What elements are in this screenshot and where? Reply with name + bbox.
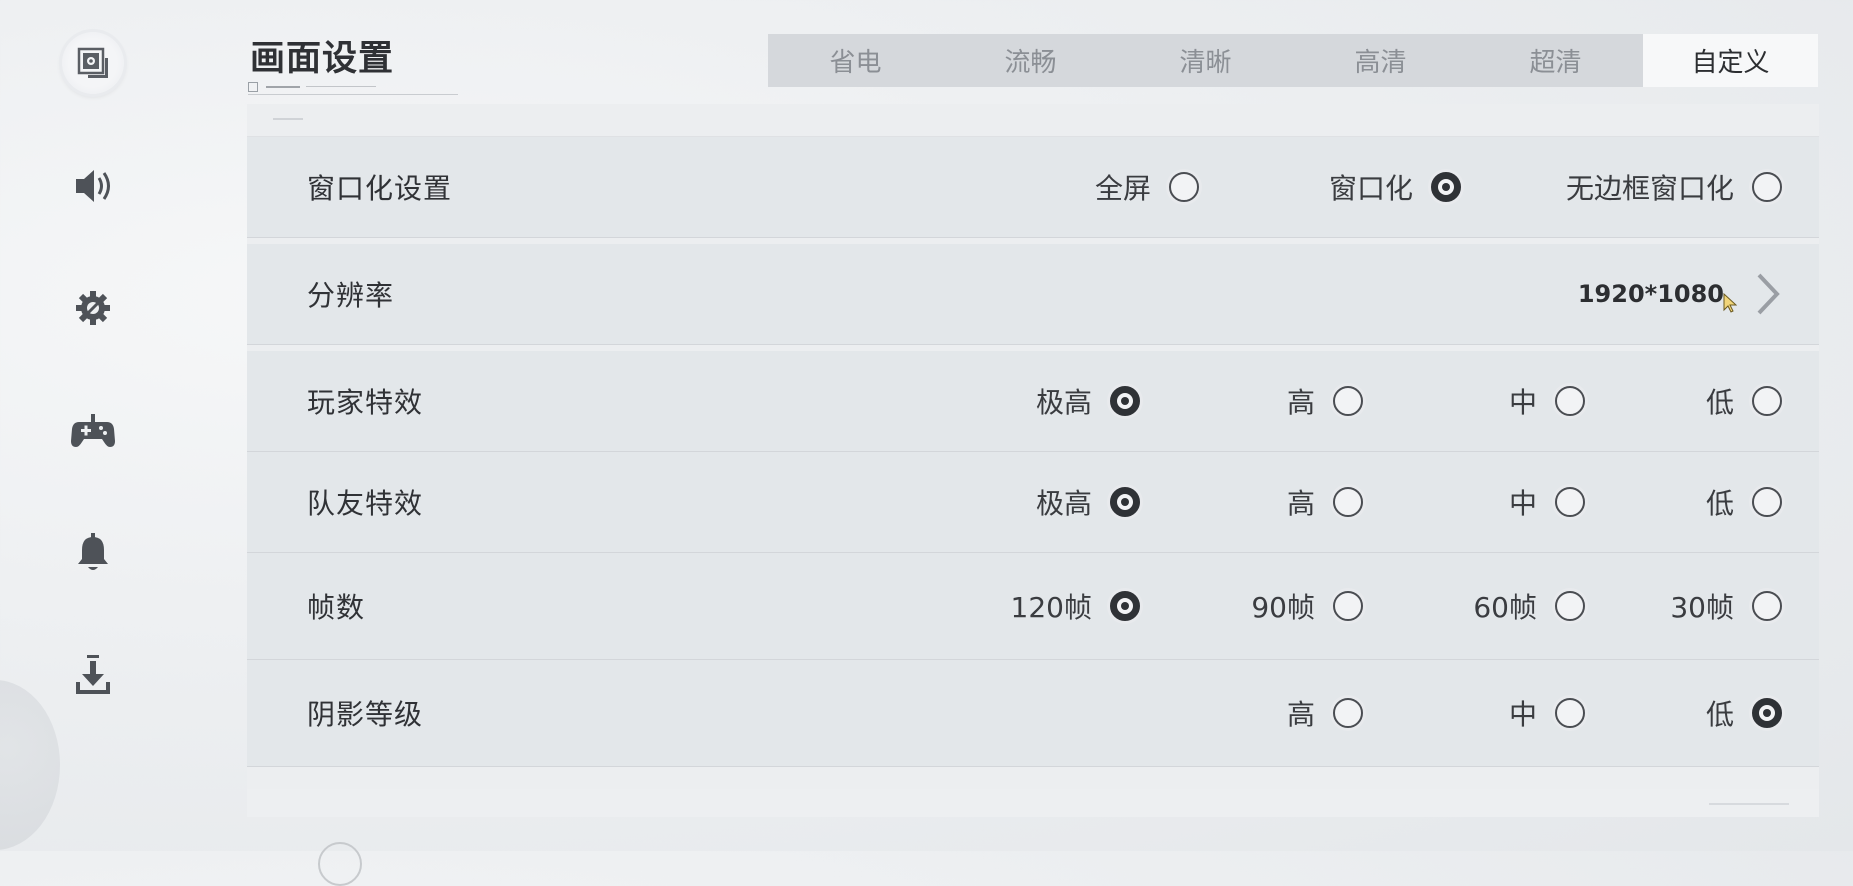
download-icon — [76, 655, 110, 694]
sidebar-item-display[interactable] — [58, 28, 128, 98]
radio-button[interactable] — [1752, 386, 1782, 416]
option-high[interactable]: 高 — [1287, 693, 1363, 733]
option-120fps[interactable]: 120帧 — [1011, 586, 1140, 626]
chevron-right-icon[interactable] — [1755, 272, 1781, 316]
tab-ultra-hd[interactable]: 超清 — [1468, 34, 1643, 87]
setting-row-resolution[interactable]: 分辨率 1920*1080 — [247, 244, 1819, 345]
radio-button[interactable] — [1333, 591, 1363, 621]
settings-panel: 窗口化设置 全屏 窗口化 无边框窗口化 分辨率 1920*1080 玩家特效 极… — [247, 104, 1819, 817]
gamepad-icon — [71, 414, 115, 447]
sidebar — [0, 0, 190, 851]
option-ultra[interactable]: 极高 — [1036, 482, 1140, 522]
option-label: 无边框窗口化 — [1565, 172, 1734, 205]
option-30fps[interactable]: 30帧 — [1670, 586, 1782, 626]
mouse-cursor-icon — [1723, 293, 1737, 313]
option-fullscreen[interactable]: 全屏 — [1095, 167, 1199, 207]
option-label: 高 — [1286, 698, 1315, 731]
setting-row-frame-rate: 帧数 120帧 90帧 60帧 30帧 — [247, 553, 1819, 660]
setting-label: 阴影等级 — [307, 698, 424, 731]
tab-smooth[interactable]: 流畅 — [943, 34, 1118, 87]
option-60fps[interactable]: 60帧 — [1473, 586, 1585, 626]
setting-label: 帧数 — [307, 591, 366, 624]
radio-button[interactable] — [1333, 386, 1363, 416]
option-medium[interactable]: 中 — [1509, 693, 1585, 733]
option-high[interactable]: 高 — [1287, 482, 1363, 522]
option-label: 低 — [1705, 386, 1734, 419]
option-label: 中 — [1508, 487, 1537, 520]
option-label: 极高 — [1035, 386, 1092, 419]
option-borderless[interactable]: 无边框窗口化 — [1566, 167, 1782, 207]
option-label: 60帧 — [1473, 591, 1537, 624]
radio-button[interactable] — [1555, 386, 1585, 416]
tab-hd[interactable]: 高清 — [1293, 34, 1468, 87]
option-ultra[interactable]: 极高 — [1036, 381, 1140, 421]
sidebar-item-download[interactable] — [58, 640, 128, 710]
option-label: 低 — [1705, 698, 1734, 731]
radio-button-selected[interactable] — [1110, 386, 1140, 416]
speaker-icon — [76, 170, 110, 202]
setting-row-teammate-effects: 队友特效 极高 高 中 低 — [247, 452, 1819, 553]
radio-button[interactable] — [1752, 172, 1782, 202]
radio-button[interactable] — [1752, 591, 1782, 621]
tab-custom[interactable]: 自定义 — [1643, 34, 1818, 87]
title-decoration — [248, 80, 458, 95]
radio-button[interactable] — [1555, 698, 1585, 728]
resolution-value: 1920*1080 — [1577, 280, 1724, 308]
option-label: 低 — [1705, 487, 1734, 520]
gear-icon — [76, 291, 110, 325]
option-medium[interactable]: 中 — [1509, 381, 1585, 421]
option-label: 窗口化 — [1328, 172, 1413, 205]
tab-power-saving[interactable]: 省电 — [768, 34, 943, 87]
page-title: 画面设置 — [250, 39, 395, 79]
radio-button[interactable] — [1333, 698, 1363, 728]
setting-row-player-effects: 玩家特效 极高 高 中 低 — [247, 351, 1819, 452]
radio-button[interactable] — [1333, 487, 1363, 517]
radio-button-selected[interactable] — [1110, 487, 1140, 517]
setting-row-shadow-level: 阴影等级 高 中 低 — [247, 660, 1819, 767]
setting-label: 玩家特效 — [307, 386, 424, 419]
setting-row-window-mode: 窗口化设置 全屏 窗口化 无边框窗口化 — [247, 137, 1819, 238]
sidebar-item-controls[interactable] — [58, 395, 128, 465]
panel-footer-strip — [247, 789, 1819, 817]
scroll-indicator — [318, 842, 362, 886]
option-windowed[interactable]: 窗口化 — [1329, 167, 1461, 207]
tab-clear[interactable]: 清晰 — [1118, 34, 1293, 87]
option-high[interactable]: 高 — [1287, 381, 1363, 421]
radio-button-selected[interactable] — [1110, 591, 1140, 621]
radio-button-selected[interactable] — [1752, 698, 1782, 728]
sidebar-item-general[interactable] — [58, 273, 128, 343]
option-label: 中 — [1508, 386, 1537, 419]
preset-tabs: 省电 流畅 清晰 高清 超清 自定义 — [768, 34, 1818, 87]
radio-button[interactable] — [1555, 487, 1585, 517]
option-label: 高 — [1286, 386, 1315, 419]
option-label: 90帧 — [1251, 591, 1315, 624]
option-label: 中 — [1508, 698, 1537, 731]
option-label: 全屏 — [1094, 172, 1151, 205]
option-low[interactable]: 低 — [1706, 693, 1782, 733]
radio-button[interactable] — [1555, 591, 1585, 621]
option-low[interactable]: 低 — [1706, 482, 1782, 522]
option-low[interactable]: 低 — [1706, 381, 1782, 421]
option-label: 120帧 — [1010, 591, 1092, 624]
panel-header-strip — [247, 104, 1819, 137]
setting-label: 分辨率 — [307, 279, 395, 312]
option-90fps[interactable]: 90帧 — [1251, 586, 1363, 626]
setting-label: 窗口化设置 — [307, 172, 453, 205]
sidebar-item-notifications[interactable] — [58, 517, 128, 587]
option-label: 高 — [1286, 487, 1315, 520]
radio-button[interactable] — [1752, 487, 1782, 517]
sidebar-item-audio[interactable] — [58, 151, 128, 221]
radio-button[interactable] — [1169, 172, 1199, 202]
option-label: 30帧 — [1670, 591, 1734, 624]
setting-label: 队友特效 — [307, 487, 424, 520]
option-label: 极高 — [1035, 487, 1092, 520]
display-settings-icon — [77, 47, 108, 78]
option-medium[interactable]: 中 — [1509, 482, 1585, 522]
bell-icon — [78, 533, 108, 570]
radio-button-selected[interactable] — [1431, 172, 1461, 202]
